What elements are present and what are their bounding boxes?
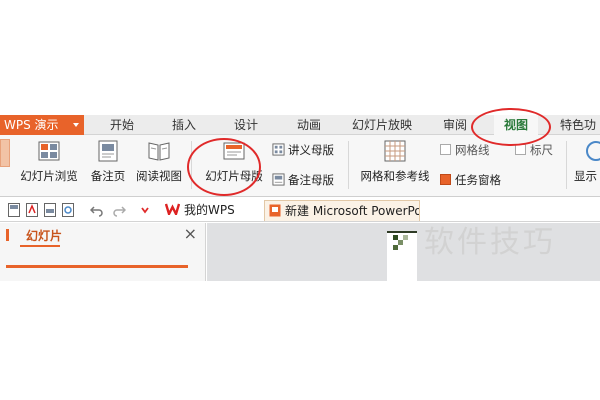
close-icon[interactable]: × xyxy=(184,224,197,243)
gridlines-check-box[interactable] xyxy=(440,144,451,155)
slides-pane: 幻灯片 × xyxy=(0,223,206,281)
normal-view-icon[interactable] xyxy=(0,139,10,167)
task-pane-label: 任务窗格 xyxy=(455,173,501,187)
tab-slideshow[interactable]: 幻灯片放映 xyxy=(352,115,412,135)
doc-tab-my-wps-label: 我的WPS xyxy=(184,203,235,217)
doc-tab-my-wps[interactable]: 我的WPS xyxy=(165,200,235,221)
save-icon[interactable] xyxy=(8,203,20,217)
notes-master-icon xyxy=(272,173,285,186)
tab-special[interactable]: 特色功 xyxy=(560,115,596,135)
handout-master-label: 讲义母版 xyxy=(288,143,334,157)
reading-view-icon xyxy=(148,142,170,161)
presentation-icon xyxy=(269,204,281,217)
task-pane-checkbox[interactable]: 任务窗格 xyxy=(440,171,501,189)
redo-icon[interactable] xyxy=(112,203,126,217)
pane-marker xyxy=(6,229,9,241)
reading-view-button[interactable]: 阅读视图 xyxy=(134,139,184,191)
task-pane-check-box[interactable] xyxy=(440,174,451,185)
annotation-circle-view-tab xyxy=(471,108,551,146)
slides-pane-title[interactable]: 幻灯片 xyxy=(26,227,62,244)
slide-content-fragment xyxy=(403,235,408,240)
chevron-down-icon xyxy=(73,123,79,127)
display-icon xyxy=(586,141,600,161)
ribbon-separator xyxy=(348,141,349,189)
slide-content-fragment xyxy=(393,245,398,250)
grid-guides-label: 网格和参考线 xyxy=(360,169,430,183)
notes-master-button[interactable]: 备注母版 xyxy=(272,171,334,189)
display-label: 显示 xyxy=(574,169,597,183)
wps-logo-icon xyxy=(165,203,180,215)
tab-insert[interactable]: 插入 xyxy=(172,115,196,135)
app-menu-label: WPS 演示 xyxy=(4,118,59,132)
ruler-label: 标尺 xyxy=(530,143,553,157)
reading-view-label: 阅读视图 xyxy=(136,169,182,183)
undo-icon[interactable] xyxy=(90,203,104,217)
watermark-text: 软件技巧 xyxy=(424,225,556,260)
handout-master-icon xyxy=(272,143,285,156)
gridlines-checkbox[interactable]: 网格线 xyxy=(440,141,490,159)
ribbon-separator xyxy=(566,141,567,189)
slide-content-fragment xyxy=(398,240,403,245)
print-preview-icon[interactable] xyxy=(62,203,74,217)
gridlines-label: 网格线 xyxy=(455,143,490,157)
tab-animation[interactable]: 动画 xyxy=(297,115,321,135)
handout-master-button[interactable]: 讲义母版 xyxy=(272,141,334,159)
pane-title-underline xyxy=(20,245,60,247)
tab-review[interactable]: 审阅 xyxy=(443,115,467,135)
annotation-circle-slide-master xyxy=(187,138,261,196)
grid-guides-button[interactable]: 网格和参考线 xyxy=(358,139,432,191)
notes-master-label: 备注母版 xyxy=(288,173,334,187)
notes-page-label: 备注页 xyxy=(90,169,126,183)
pdf-icon[interactable] xyxy=(26,203,38,217)
app-menu-button[interactable]: WPS 演示 xyxy=(0,115,84,135)
grid-guides-icon xyxy=(384,140,406,162)
chevron-down-icon[interactable] xyxy=(140,203,150,217)
slide-browse-label: 幻灯片浏览 xyxy=(20,169,78,183)
slide-browse-button[interactable]: 幻灯片浏览 xyxy=(16,139,82,191)
slide-thumbnail-selection[interactable] xyxy=(6,265,188,268)
print-icon[interactable] xyxy=(44,203,56,217)
slide-browse-icon xyxy=(38,141,60,161)
notes-page-icon xyxy=(98,140,118,162)
notes-page-button[interactable]: 备注页 xyxy=(88,139,128,191)
doc-tab-current[interactable]: 新建 Microsoft PowerPo xyxy=(264,200,420,221)
tab-design[interactable]: 设计 xyxy=(234,115,258,135)
tab-start[interactable]: 开始 xyxy=(110,115,134,135)
doc-tab-current-label: 新建 Microsoft PowerPo xyxy=(285,204,420,218)
slide-canvas[interactable] xyxy=(387,231,417,281)
display-button[interactable]: 显示 xyxy=(574,139,600,191)
